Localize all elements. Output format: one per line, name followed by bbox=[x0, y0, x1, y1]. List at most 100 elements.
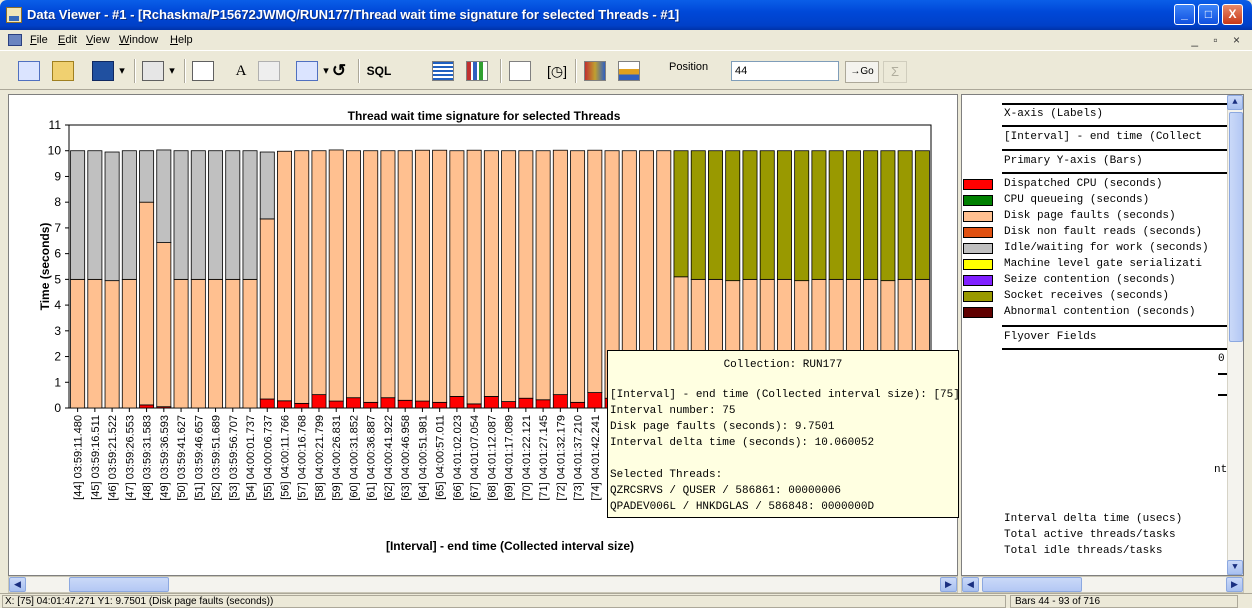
menu-help[interactable]: Help bbox=[170, 34, 193, 46]
properties-icon[interactable] bbox=[142, 61, 164, 81]
bar-segment[interactable] bbox=[759, 150, 775, 280]
bar-segment[interactable] bbox=[673, 150, 689, 278]
chart-horizontal-scrollbar[interactable]: ◀ ▶ bbox=[8, 576, 958, 593]
bar-segment[interactable] bbox=[363, 401, 379, 409]
scroll-right-icon[interactable]: ▶ bbox=[1226, 577, 1243, 592]
bar-segment[interactable] bbox=[552, 149, 568, 396]
bar-segment[interactable] bbox=[294, 150, 310, 404]
bar-segment[interactable] bbox=[259, 151, 275, 220]
bar-segment[interactable] bbox=[397, 150, 413, 401]
bar-segment[interactable] bbox=[518, 150, 534, 399]
bar-segment[interactable] bbox=[570, 401, 586, 409]
find-icon[interactable] bbox=[258, 61, 280, 81]
bar-segment[interactable] bbox=[208, 278, 224, 409]
scroll-down-icon[interactable]: ▼ bbox=[1227, 560, 1243, 575]
bar-segment[interactable] bbox=[380, 150, 396, 399]
stacked-bars-icon[interactable] bbox=[584, 61, 606, 81]
bar-segment[interactable] bbox=[104, 151, 120, 282]
bar-segment[interactable] bbox=[466, 149, 482, 405]
bar-segment[interactable] bbox=[380, 397, 396, 409]
stacked-chart-icon[interactable] bbox=[618, 61, 640, 81]
bar-segment[interactable] bbox=[242, 278, 258, 409]
bar-segment[interactable] bbox=[449, 150, 465, 397]
bar-segment[interactable] bbox=[397, 399, 413, 409]
bar-segment[interactable] bbox=[845, 150, 861, 280]
bar-segment[interactable] bbox=[225, 278, 241, 409]
sql-button[interactable]: SQL bbox=[364, 60, 394, 82]
legend-horizontal-scrollbar[interactable]: ◀ ▶ bbox=[961, 576, 1244, 593]
copy-icon[interactable] bbox=[192, 61, 214, 81]
bar-segment[interactable] bbox=[501, 150, 517, 402]
legend-series-item[interactable]: Dispatched CPU (seconds) bbox=[962, 177, 1228, 193]
bar-segment[interactable] bbox=[87, 278, 103, 409]
legend-series-item[interactable]: Disk non fault reads (seconds) bbox=[962, 225, 1228, 241]
bar-segment[interactable] bbox=[259, 218, 275, 400]
bar-segment[interactable] bbox=[190, 150, 206, 280]
legend-series-item[interactable]: CPU queueing (seconds) bbox=[962, 193, 1228, 209]
document-icon[interactable] bbox=[8, 34, 22, 46]
bar-segment[interactable] bbox=[794, 150, 810, 282]
bar-segment[interactable] bbox=[87, 150, 103, 280]
save-icon[interactable] bbox=[92, 61, 114, 81]
go-button[interactable]: →Go bbox=[845, 61, 879, 83]
scroll-thumb[interactable] bbox=[1229, 112, 1243, 342]
bar-segment[interactable] bbox=[311, 150, 327, 396]
bar-segment[interactable] bbox=[535, 399, 551, 409]
bar-segment[interactable] bbox=[363, 150, 379, 403]
scroll-thumb[interactable] bbox=[69, 577, 169, 592]
position-input[interactable] bbox=[731, 61, 839, 81]
save-dropdown-icon[interactable]: ▾ bbox=[116, 60, 128, 82]
bar-segment[interactable] bbox=[294, 402, 310, 409]
bar-segment[interactable] bbox=[742, 150, 758, 280]
bar-segment[interactable] bbox=[277, 150, 292, 402]
bar-segment[interactable] bbox=[70, 278, 86, 409]
bar-segment[interactable] bbox=[345, 397, 361, 409]
bar-segment[interactable] bbox=[483, 150, 499, 397]
mdi-window-controls[interactable]: _ ▫ × bbox=[1191, 33, 1246, 47]
bar-segment[interactable] bbox=[104, 280, 120, 409]
bar-segment[interactable] bbox=[70, 150, 86, 280]
flyover-field[interactable]: Interval delta time (usecs) bbox=[1004, 513, 1182, 525]
refresh-icon[interactable]: ↺ bbox=[326, 60, 352, 82]
close-button[interactable]: X bbox=[1222, 4, 1243, 25]
bar-segment[interactable] bbox=[587, 149, 603, 393]
bar-segment[interactable] bbox=[414, 149, 430, 402]
bar-segment[interactable] bbox=[552, 394, 568, 409]
scroll-up-icon[interactable]: ▲ bbox=[1227, 95, 1243, 110]
sum-button[interactable]: Σ bbox=[883, 61, 907, 83]
bar-segment[interactable] bbox=[880, 150, 896, 282]
bar-segment[interactable] bbox=[449, 396, 465, 409]
bar-segment[interactable] bbox=[173, 150, 189, 280]
font-button[interactable]: A bbox=[230, 60, 252, 82]
legend-series-item[interactable]: Machine level gate serializati bbox=[962, 257, 1228, 273]
legend-vertical-scrollbar[interactable]: ▲ ▼ bbox=[1227, 95, 1243, 575]
bar-segment[interactable] bbox=[156, 242, 172, 408]
scroll-left-icon[interactable]: ◀ bbox=[9, 577, 26, 592]
legend-series-item[interactable]: Disk page faults (seconds) bbox=[962, 209, 1228, 225]
bar-segment[interactable] bbox=[173, 278, 189, 409]
bar-segment[interactable] bbox=[863, 150, 879, 280]
bar-chart-icon[interactable] bbox=[466, 61, 488, 81]
bar-segment[interactable] bbox=[311, 394, 327, 409]
bar-segment[interactable] bbox=[483, 396, 499, 409]
bar-segment[interactable] bbox=[432, 149, 448, 403]
menu-edit[interactable]: Edit bbox=[58, 34, 77, 46]
bar-segment[interactable] bbox=[414, 400, 430, 409]
bar-segment[interactable] bbox=[242, 150, 258, 280]
bar-segment[interactable] bbox=[277, 400, 292, 409]
query-definition-icon[interactable] bbox=[296, 61, 318, 81]
bar-segment[interactable] bbox=[156, 149, 172, 243]
bar-segment[interactable] bbox=[518, 397, 534, 409]
bar-segment[interactable] bbox=[708, 150, 723, 280]
bar-segment[interactable] bbox=[587, 392, 603, 409]
open-folder-icon[interactable] bbox=[52, 61, 74, 81]
bar-segment[interactable] bbox=[328, 400, 344, 409]
bar-segment[interactable] bbox=[139, 404, 155, 409]
bar-segment[interactable] bbox=[259, 398, 275, 409]
title-bar[interactable]: Data Viewer - #1 - [Rchaskma/P15672JWMQ/… bbox=[0, 0, 1252, 30]
scroll-thumb[interactable] bbox=[982, 577, 1082, 592]
bar-segment[interactable] bbox=[690, 150, 706, 280]
bar-segment[interactable] bbox=[897, 150, 913, 280]
scroll-left-icon[interactable]: ◀ bbox=[962, 577, 979, 592]
legend-series-item[interactable]: Seize contention (seconds) bbox=[962, 273, 1228, 289]
